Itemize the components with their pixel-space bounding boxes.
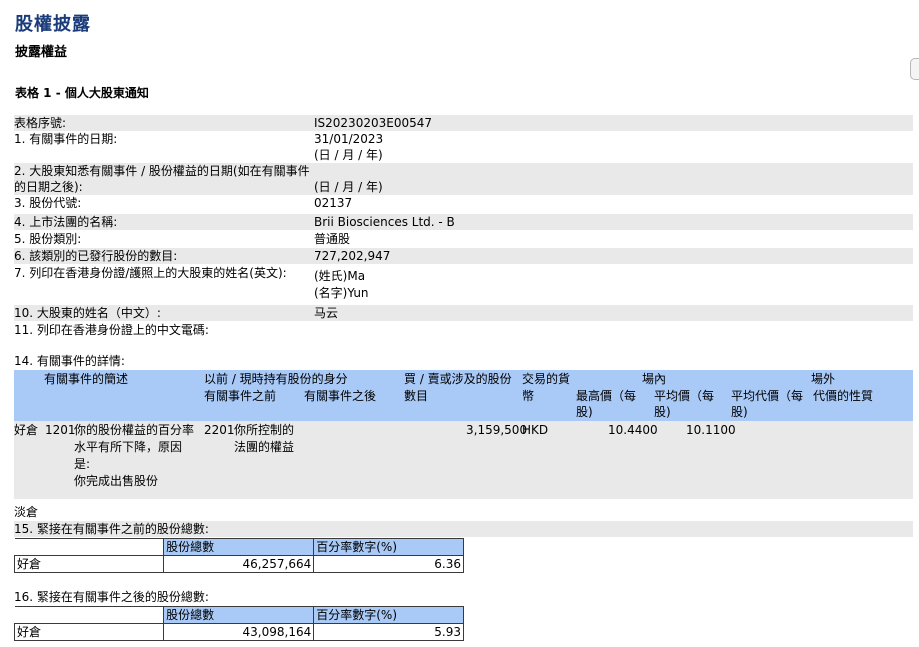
after-total-table: 股份總數 百分率數字(%) 好倉 43,098,164 5.93 [13,606,464,641]
field-row-form-no: 表格序號: IS20230203E00547 [14,115,913,131]
field-label-cont: 的日期之後): [14,180,83,194]
field-label: 11. 列印在香港身份證上的中文電碼: [14,323,209,337]
scroll-tab[interactable] [910,58,919,80]
currency: HKD [522,423,549,437]
field-label: 7. 列印在香港身份證/護照上的大股東的姓名(英文): [14,266,287,280]
before-total-heading-row: 15. 緊接在有關事件之前的股份總數: [14,521,913,537]
col-header-average: 平均價（每 [654,389,715,403]
average-price: 10.1100 [686,423,736,437]
field-row-name-zh: 10. 大股東的姓名（中文）: 马云 [14,305,913,321]
field-value: 31/01/2023 [314,132,384,146]
field-value: Brii Biosciences Ltd. - B [314,215,455,229]
field-value-note: (日 / 月 / 年) [314,148,383,162]
percent-value: 5.93 [313,623,464,641]
field-label: 表格序號: [14,116,67,130]
col-header-percent: 百分率數字(%) [313,538,464,556]
field-row-cc-code: 11. 列印在香港身份證上的中文電碼: [14,322,913,338]
col-header-shares: 買 / 賣或涉及的股份 [404,372,512,386]
row-label: 好倉 [13,623,165,641]
page-subtitle: 披露權益 [15,45,68,60]
field-label: 5. 股份類別: [14,232,82,246]
field-value: 马云 [314,306,339,320]
col-header-capacity: 以前 / 現時持有股份的身分 [204,372,348,386]
field-row-issued-shares: 6. 該類別的已發行股份的數目: 727,202,947 [14,248,913,264]
col-header-total-shares: 股份總數 [163,606,315,624]
total-shares: 43,098,164 [163,623,315,641]
field-label: 6. 該類別的已發行股份的數目: [14,249,178,263]
section-heading: 14. 有關事件的詳情: [14,354,125,368]
col-header-percent: 百分率數字(%) [313,606,464,624]
event-row-short: 淡倉 [14,504,913,520]
col-header-avg-consideration: 平均代價（每 [731,389,804,403]
field-row-name-en: 7. 列印在香港身份證/護照上的大股東的姓名(英文): (姓氏)Ma (名字)Y… [14,265,913,303]
col-header-before: 有關事件之前 [204,389,277,403]
before-total-table: 股份總數 百分率數字(%) 好倉 46,257,664 6.36 [13,538,464,573]
page-title: 股權披露 [15,14,91,35]
event-desc-line: 你完成出售股份 [74,474,159,488]
table-corner [14,606,165,624]
shares-involved: 3,159,500 [466,423,528,437]
position-label: 淡倉 [14,505,39,519]
section-heading: 16. 緊接在有關事件之後的股份總數: [14,590,209,604]
col-header-off-exchange: 場外 [811,372,836,386]
event-desc-line: 水平有所下降，原因 [74,440,183,454]
field-row-issuer: 4. 上市法團的名稱: Brii Biosciences Ltd. - B [14,214,913,230]
col-header-after: 有關事件之後 [304,389,377,403]
total-shares: 46,257,664 [163,555,315,573]
field-label: 2. 大股東知悉有關事件 / 股份權益的日期(如在有關事件 [14,164,310,178]
field-value: (日 / 月 / 年) [314,180,383,194]
table-header-row: 股份總數 百分率數字(%) [14,606,464,624]
section-heading: 15. 緊接在有關事件之前的股份總數: [14,522,209,536]
capacity-line: 你所控制的 [234,423,295,437]
capacity-code: 2201 [204,423,235,437]
field-label: 4. 上市法團的名稱: [14,215,118,229]
col-header-highest-cont: 股) [576,405,593,419]
capacity-line: 法團的權益 [234,440,295,454]
col-header-currency: 交易的貨 [522,372,571,386]
event-details-heading-row: 14. 有關事件的詳情: [14,353,913,369]
field-value: 02137 [314,196,353,210]
section-title: 表格 1 - 個人大股東通知 [15,86,149,100]
col-header-average-cont: 股) [654,405,671,419]
field-row-event-date: 1. 有關事件的日期: 31/01/2023 (日 / 月 / 年) [14,131,913,163]
event-code: 1201 [45,423,76,437]
event-desc-line: 是: [74,457,91,471]
col-header-nature: 代價的性質 [813,389,874,403]
event-row-long: 好倉 1201 你的股份權益的百分率 水平有所下降，原因 是: 你完成出售股份 … [14,421,913,499]
field-value-given-name: (名字)Yun [314,286,369,300]
field-value-surname: (姓氏)Ma [314,269,366,283]
table-header-row: 股份總數 百分率數字(%) [14,538,464,556]
col-header-highest: 最高價（每 [576,389,637,403]
table-row: 好倉 46,257,664 6.36 [13,555,464,573]
field-value: 727,202,947 [314,249,391,263]
field-row-share-class: 5. 股份類別: 普通股 [14,231,913,247]
col-header-desc: 有關事件的簡述 [44,372,129,386]
table-corner [14,538,165,556]
field-label: 1. 有關事件的日期: [14,132,118,146]
field-label: 3. 股份代號: [14,196,82,210]
field-row-aware-date: 2. 大股東知悉有關事件 / 股份權益的日期(如在有關事件 的日期之後): (日… [14,163,913,195]
col-header-avg-consideration-cont: 股) [731,405,748,419]
after-total-heading-row: 16. 緊接在有關事件之後的股份總數: [14,589,913,605]
col-header-on-exchange: 場內 [642,372,667,386]
event-desc-line: 你的股份權益的百分率 [74,423,195,437]
field-label: 10. 大股東的姓名（中文）: [14,306,161,320]
col-header-shares-cont: 數目 [404,389,429,403]
col-header-total-shares: 股份總數 [163,538,315,556]
field-value: IS20230203E00547 [314,116,432,130]
table-row: 好倉 43,098,164 5.93 [13,623,464,641]
field-row-stock-code: 3. 股份代號: 02137 [14,195,913,211]
row-label: 好倉 [13,555,165,573]
field-value: 普通股 [314,232,351,246]
position-label: 好倉 [14,423,39,437]
event-table-header: 有關事件的簡述 以前 / 現時持有股份的身分 有關事件之前 有關事件之後 買 /… [14,370,913,421]
percent-value: 6.36 [313,555,464,573]
highest-price: 10.4400 [608,423,658,437]
col-header-currency-cont: 幣 [522,389,535,403]
